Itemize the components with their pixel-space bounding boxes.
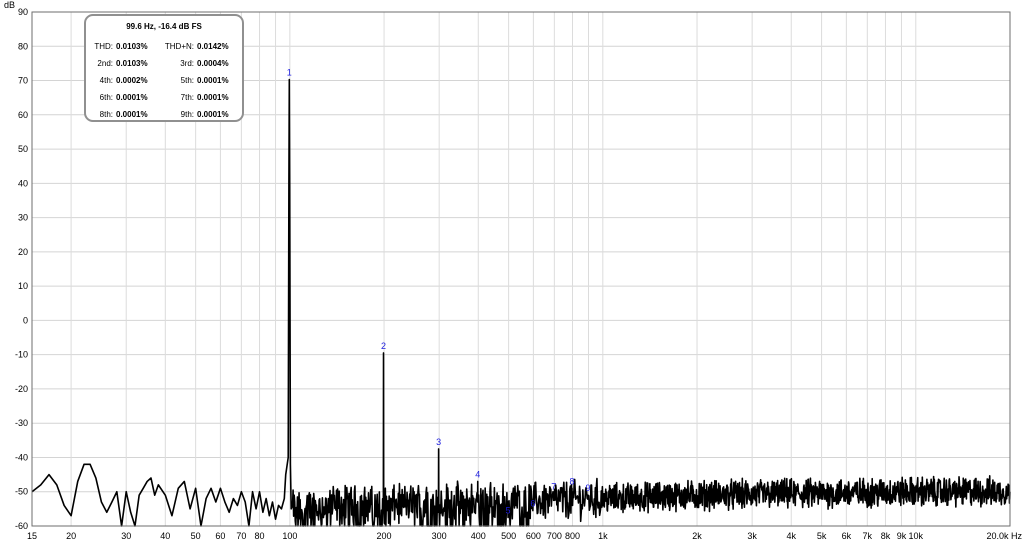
y-tick-label: 20 xyxy=(18,247,28,257)
harmonic-3rd-label: 3rd: xyxy=(180,59,194,68)
y-tick-label: -20 xyxy=(15,384,28,394)
legend-row: 8th: 0.0001% 9th: 0.0001% xyxy=(86,110,242,127)
harmonic-peak-label: 5 xyxy=(506,505,511,515)
x-tick-label: 200 xyxy=(377,531,392,541)
x-tick-label: 6k xyxy=(842,531,852,541)
x-tick-label: 20 xyxy=(66,531,76,541)
harmonic-peak-label: 9 xyxy=(585,483,590,493)
x-tick-label: 40 xyxy=(160,531,170,541)
harmonic-peak-label: 6 xyxy=(530,499,535,509)
harmonic-peak-label: 2 xyxy=(381,341,386,351)
x-tick-label: 400 xyxy=(471,531,486,541)
y-tick-label: 30 xyxy=(18,213,28,223)
x-tick-label: 500 xyxy=(501,531,516,541)
distortion-legend: 99.6 Hz, -16.4 dB FS THD: 0.0103% THD+N:… xyxy=(84,14,244,122)
x-tick-label: 70 xyxy=(236,531,246,541)
harmonic-peak-label: 4 xyxy=(475,469,480,479)
thdn-label: THD+N: xyxy=(164,42,194,51)
x-tick-label: 80 xyxy=(255,531,265,541)
legend-row: 4th: 0.0002% 5th: 0.0001% xyxy=(86,76,242,93)
y-tick-label: 40 xyxy=(18,178,28,188)
y-tick-label: 50 xyxy=(18,144,28,154)
x-tick-label: 2k xyxy=(692,531,702,541)
x-tick-label: 700 xyxy=(547,531,562,541)
y-tick-label: 70 xyxy=(18,76,28,86)
x-tick-label: 9k xyxy=(897,531,907,541)
harmonic-5th-value: 0.0001% xyxy=(197,76,229,85)
legend-title: 99.6 Hz, -16.4 dB FS xyxy=(126,22,202,31)
y-tick-label: 0 xyxy=(23,315,28,325)
y-tick-label: -10 xyxy=(15,350,28,360)
x-tick-label: 100 xyxy=(282,531,297,541)
legend-row: 2nd: 0.0103% 3rd: 0.0004% xyxy=(86,59,242,76)
harmonic-peak-label: 1 xyxy=(287,68,292,78)
x-tick-label: 300 xyxy=(432,531,447,541)
harmonic-3rd-value: 0.0004% xyxy=(197,59,229,68)
x-tick-label: 10k xyxy=(909,531,924,541)
legend-row: THD: 0.0103% THD+N: 0.0142% xyxy=(86,42,242,59)
y-tick-label: 90 xyxy=(18,7,28,17)
y-tick-label: 80 xyxy=(18,41,28,51)
harmonic-7th-label: 7th: xyxy=(180,93,194,102)
x-tick-label: 600 xyxy=(526,531,541,541)
thd-label: THD: xyxy=(94,42,113,51)
harmonic-peak-label: 3 xyxy=(436,437,441,447)
x-tick-label: 50 xyxy=(191,531,201,541)
harmonic-7th-value: 0.0001% xyxy=(197,93,229,102)
harmonic-2nd-label: 2nd: xyxy=(97,59,113,68)
thdn-value: 0.0142% xyxy=(197,42,229,51)
x-tick-label: 7k xyxy=(863,531,873,541)
harmonic-6th-label: 6th: xyxy=(99,93,113,102)
spectrum-chart: 90 80 70 60 50 40 30 20 10 0 -10 -20 -30 -40 -50 -60 15… xyxy=(0,0,1024,543)
x-tick-label: 800 xyxy=(565,531,580,541)
y-tick-label: -50 xyxy=(15,487,28,497)
y-tick-label: 60 xyxy=(18,110,28,120)
y-axis-unit: dB xyxy=(4,0,15,10)
x-tick-label: 8k xyxy=(881,531,891,541)
y-tick-label: -30 xyxy=(15,418,28,428)
y-tick-label: 10 xyxy=(18,281,28,291)
harmonic-9th-label: 9th: xyxy=(180,110,194,119)
x-tick-label: 60 xyxy=(215,531,225,541)
x-tick-label: 1k xyxy=(598,531,608,541)
harmonic-peak-label: 7 xyxy=(551,481,556,491)
x-tick-label: 30 xyxy=(121,531,131,541)
y-axis-labels: 90 80 70 60 50 40 30 20 10 0 -10 -20 -30 -40 -50 -60 xyxy=(15,7,28,531)
harmonic-4th-label: 4th: xyxy=(99,76,113,85)
harmonic-9th-value: 0.0001% xyxy=(197,110,229,119)
harmonic-5th-label: 5th: xyxy=(180,76,194,85)
legend-row: 6th: 0.0001% 7th: 0.0001% xyxy=(86,93,242,110)
x-tick-label: 3k xyxy=(747,531,757,541)
harmonic-peak-label: 8 xyxy=(569,476,574,486)
x-tick-label: 20.0k Hz xyxy=(986,531,1022,541)
x-tick-label: 15 xyxy=(27,531,37,541)
y-tick-label: -60 xyxy=(15,521,28,531)
x-tick-label: 4k xyxy=(786,531,796,541)
harmonic-8th-label: 8th: xyxy=(99,110,113,119)
x-axis-labels: 15 20 30 40 50 60 70 80 100 200 300 400 500 600 700 800… xyxy=(27,531,1022,541)
x-tick-label: 5k xyxy=(817,531,827,541)
y-tick-label: -40 xyxy=(15,452,28,462)
